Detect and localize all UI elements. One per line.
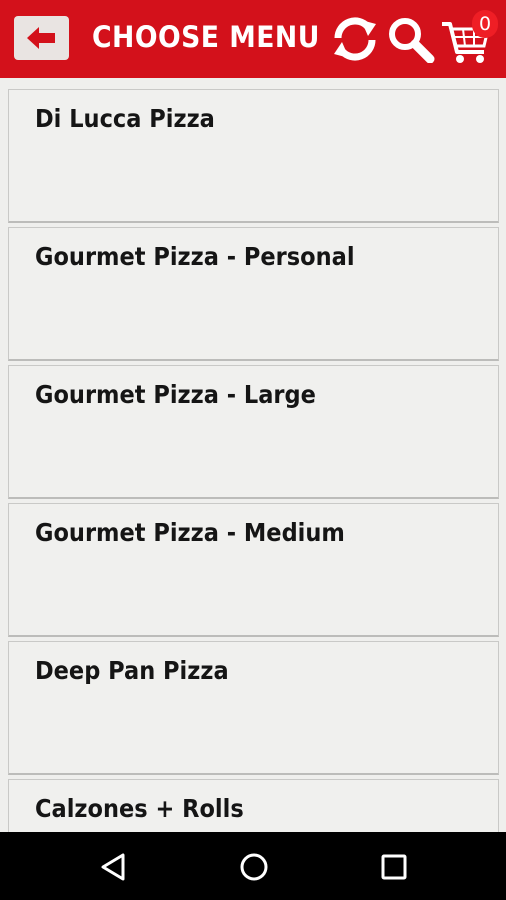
circle-home-icon (240, 853, 268, 881)
nav-recents-button[interactable] (377, 850, 411, 884)
menu-item[interactable]: Gourmet Pizza - Large (8, 365, 499, 499)
menu-item-label: Gourmet Pizza - Large (35, 380, 316, 409)
nav-home-button[interactable] (237, 850, 271, 884)
cart-button[interactable]: 0 (440, 10, 498, 66)
back-button[interactable] (14, 16, 69, 60)
menu-list[interactable]: Di Lucca Pizza Gourmet Pizza - Personal … (0, 78, 506, 832)
menu-item[interactable]: Deep Pan Pizza (8, 641, 499, 775)
square-recents-icon (381, 854, 407, 880)
search-button[interactable] (386, 15, 436, 64)
page-title: CHOOSE MENU (92, 20, 320, 54)
menu-item-label: Deep Pan Pizza (35, 656, 229, 685)
refresh-button[interactable] (330, 16, 380, 62)
menu-item[interactable]: Gourmet Pizza - Personal (8, 227, 499, 361)
system-navigation-bar (0, 832, 506, 900)
menu-item[interactable]: Gourmet Pizza - Medium (8, 503, 499, 637)
cart-count-badge: 0 (472, 10, 498, 38)
menu-item[interactable]: Calzones + Rolls (8, 779, 499, 832)
menu-item[interactable]: Di Lucca Pizza (8, 89, 499, 223)
menu-item-label: Calzones + Rolls (35, 794, 244, 823)
menu-item-label: Gourmet Pizza - Medium (35, 518, 345, 547)
search-icon (389, 18, 435, 64)
triangle-back-icon (101, 853, 125, 881)
nav-back-button[interactable] (97, 850, 131, 884)
top-app-bar: CHOOSE MENU 0 (0, 0, 506, 78)
menu-item-label: Gourmet Pizza - Personal (35, 242, 355, 271)
menu-item-label: Di Lucca Pizza (35, 104, 215, 133)
refresh-icon (334, 17, 376, 61)
arrow-left-icon (26, 27, 55, 49)
